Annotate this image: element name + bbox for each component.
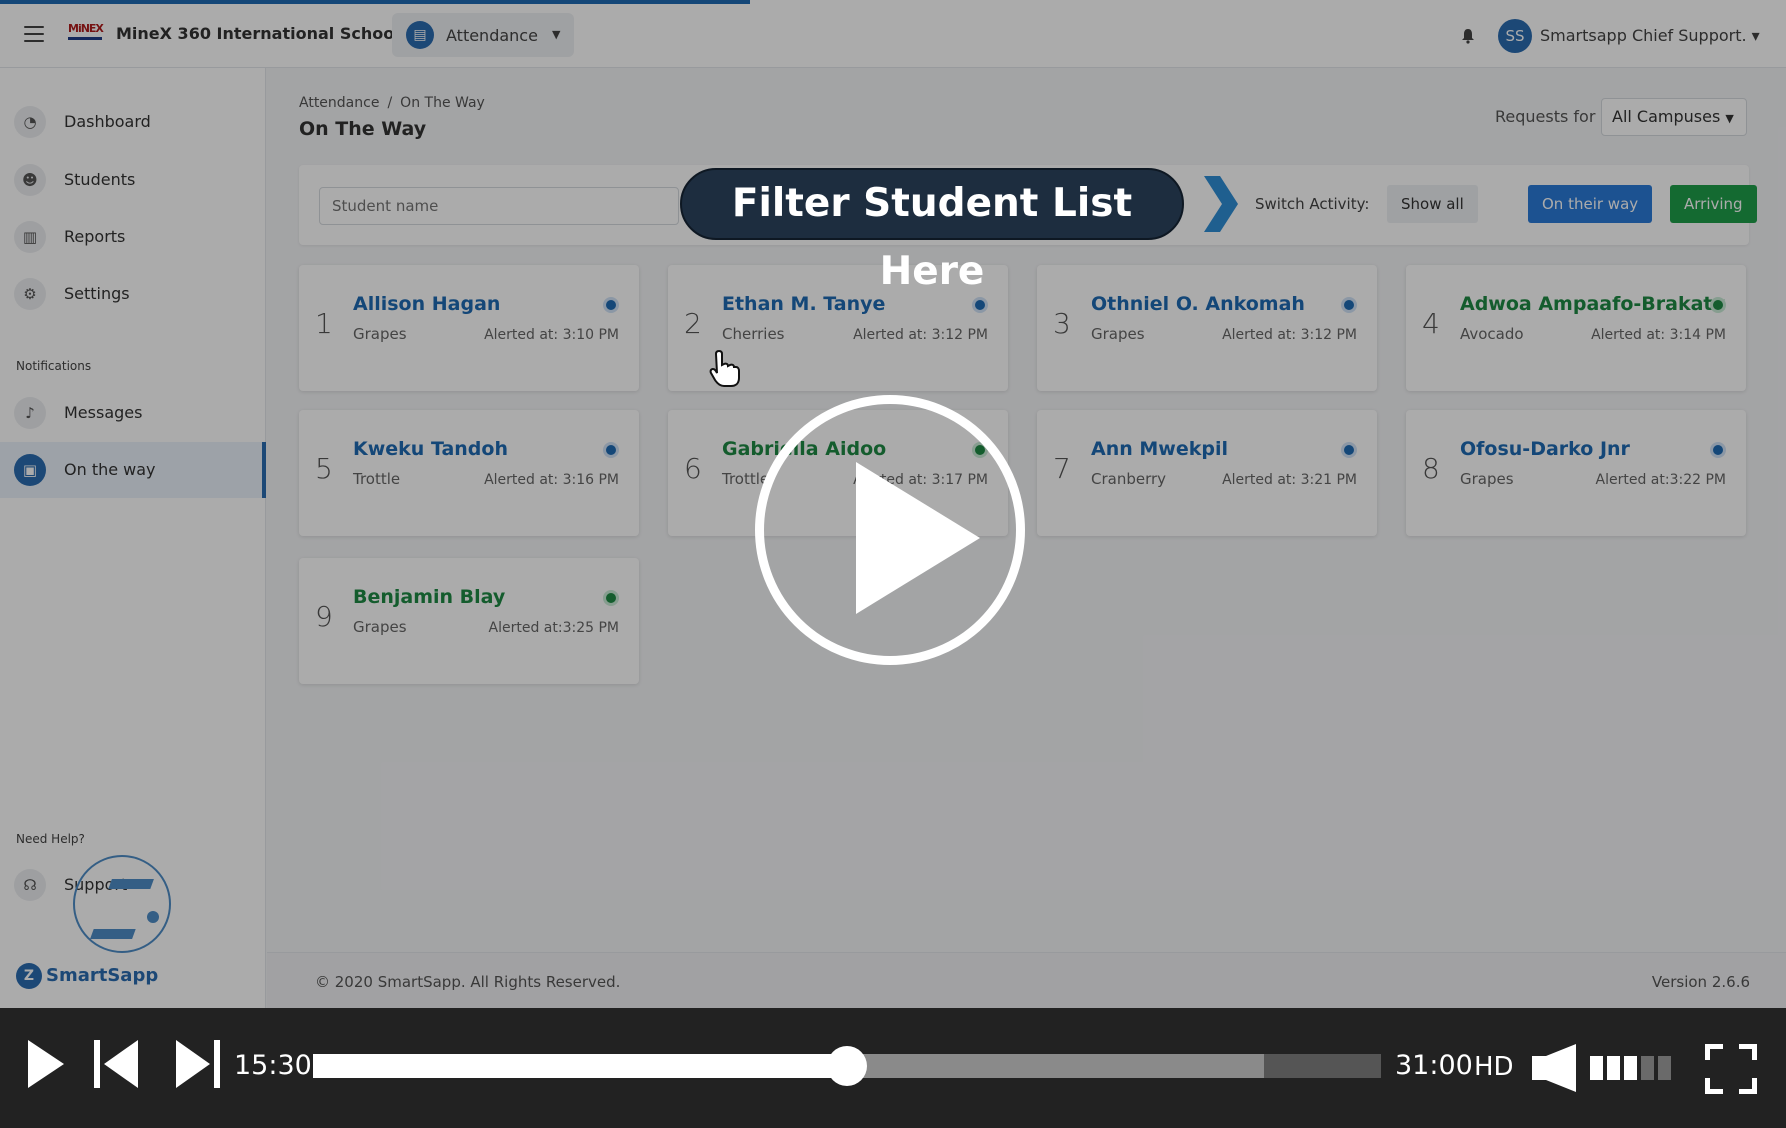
video-play-overlay-button[interactable] — [755, 395, 1025, 665]
progress-handle[interactable] — [827, 1046, 867, 1086]
skip-forward-icon[interactable] — [172, 1038, 222, 1090]
play-icon[interactable] — [26, 1038, 66, 1090]
chevron-right-icon — [1204, 176, 1238, 232]
volume-slider[interactable] — [1590, 1056, 1675, 1080]
fullscreen-icon[interactable] — [1705, 1044, 1757, 1094]
volume-level-bar[interactable] — [1641, 1056, 1654, 1080]
total-time: 31:00 — [1395, 1050, 1473, 1081]
filter-callout: Filter Student List Here — [680, 168, 1184, 294]
video-player-controls: 15:30 31:00 HD — [0, 1008, 1786, 1128]
skip-back-icon[interactable] — [92, 1038, 142, 1090]
volume-level-bar[interactable] — [1624, 1056, 1637, 1080]
progress-bar[interactable] — [313, 1046, 1381, 1086]
volume-level-bar[interactable] — [1590, 1056, 1603, 1080]
progress-played — [313, 1054, 847, 1078]
hand-cursor-icon — [709, 349, 740, 387]
quality-toggle[interactable]: HD — [1474, 1052, 1514, 1082]
volume-level-bar[interactable] — [1607, 1056, 1620, 1080]
volume-level-bar[interactable] — [1658, 1056, 1671, 1080]
volume-icon[interactable] — [1530, 1042, 1578, 1094]
current-time: 15:30 — [234, 1050, 312, 1081]
